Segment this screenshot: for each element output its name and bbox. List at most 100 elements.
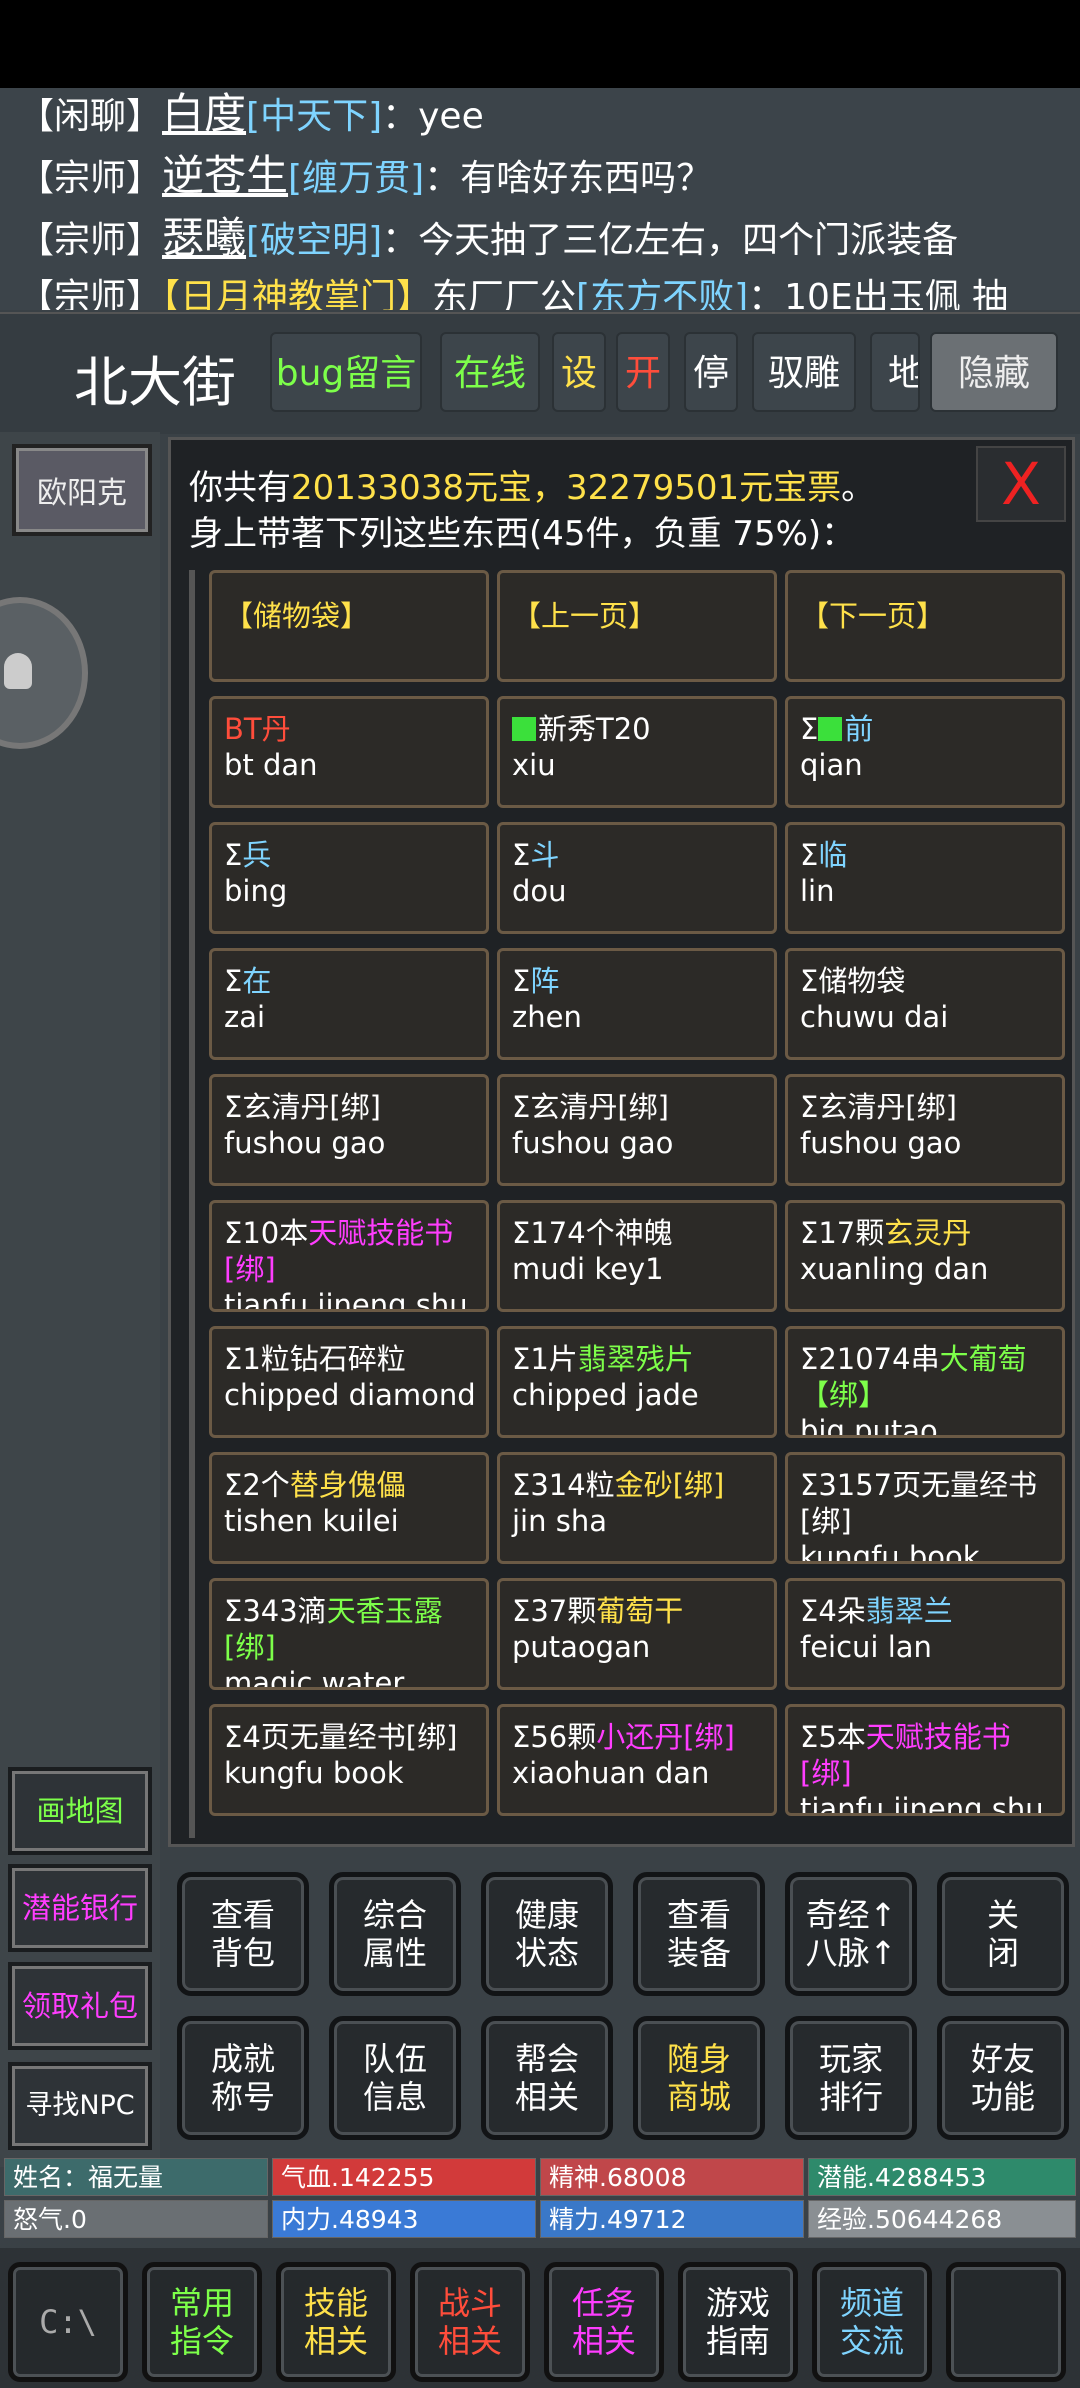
draw-map-button[interactable]: 画地图 <box>8 1767 152 1855</box>
item-pinyin: tianfu jineng shu <box>800 1792 1044 1816</box>
chat-channel: 【闲聊】 <box>18 96 163 137</box>
inventory-nav-button[interactable]: 【上一页】 <box>497 570 777 682</box>
inventory-item[interactable]: Σ4页无量经书[绑] kungfu book <box>209 1704 489 1816</box>
inventory-item[interactable]: Σ5本天赋技能书[绑] tianfu jineng shu <box>785 1704 1065 1816</box>
inventory-item[interactable]: Σ2个替身傀儡 tishen kuilei <box>209 1452 489 1564</box>
action-button[interactable]: 帮会 相关 <box>481 2016 613 2140</box>
action-button[interactable]: 成就 称号 <box>177 2016 309 2140</box>
chat-name[interactable]: 【日月神教掌门】 <box>162 277 432 310</box>
inventory-item[interactable]: 新秀T20 xiu <box>497 696 777 808</box>
action-button[interactable]: 健康 状态 <box>481 1872 613 1996</box>
stop-button[interactable]: 停 <box>684 332 738 412</box>
action-button[interactable]: 关闭 <box>937 1872 1069 1996</box>
open-button[interactable]: 开 <box>616 332 670 412</box>
chat-name[interactable]: 瑟曦 <box>162 213 246 262</box>
nav-label: 【储物袋】 <box>224 599 370 633</box>
player-button[interactable]: 欧阳克 <box>12 444 152 536</box>
action-button[interactable]: 奇经↑ 八脉↑ <box>785 1872 917 1996</box>
item-pinyin: dou <box>512 874 567 908</box>
item-pinyin: putaogan <box>512 1630 651 1664</box>
find-npc-button[interactable]: 寻找NPC <box>8 2062 152 2150</box>
action-label: 查看 背包 <box>211 1896 275 1972</box>
inventory-item[interactable]: Σ临 lin <box>785 822 1065 934</box>
bottom-button[interactable]: 频道 交流 <box>812 2262 932 2382</box>
chat-panel[interactable]: 【闲聊】白度[中天下]：yee 【宗师】逆苍生[缠万贯]：有啥好东西吗？ 【宗师… <box>0 88 1080 310</box>
item-pinyin: chipped jade <box>512 1378 699 1412</box>
chat-channel: 【宗师】 <box>18 158 163 199</box>
claim-gift-button[interactable]: 领取礼包 <box>8 1962 152 2050</box>
inventory-item[interactable]: Σ玄清丹[绑] fushou gao <box>785 1074 1065 1186</box>
inventory-item[interactable]: BT丹 bt dan <box>209 696 489 808</box>
inventory-item[interactable]: Σ阵 zhen <box>497 948 777 1060</box>
action-label-line2: 功能 <box>970 2078 1035 2116</box>
inventory-item[interactable]: Σ56颗小还丹[绑] xiaohuan dan <box>497 1704 777 1816</box>
item-pinyin: xuanling dan <box>800 1252 989 1286</box>
inventory-item[interactable]: Σ343滴天香玉露[绑] magic water <box>209 1578 489 1690</box>
inventory-item[interactable]: Σ21074串大葡萄【绑】 big putao <box>785 1326 1065 1438</box>
inventory-item[interactable]: Σ17颗玄灵丹 xuanling dan <box>785 1200 1065 1312</box>
bottom-button[interactable]: 任务 相关 <box>544 2262 664 2382</box>
item-title: 玄清丹[绑] <box>818 1090 957 1124</box>
inventory-item[interactable]: Σ37颗葡萄干 putaogan <box>497 1578 777 1690</box>
inventory-item[interactable]: Σ1片翡翠残片 chipped jade <box>497 1326 777 1438</box>
action-button[interactable]: 查看 装备 <box>633 1872 765 1996</box>
inventory-item[interactable]: Σ玄清丹[绑] fushou gao <box>497 1074 777 1186</box>
action-button[interactable]: 好友 功能 <box>937 2016 1069 2140</box>
action-button[interactable]: 综合 属性 <box>329 1872 461 1996</box>
bottom-button[interactable]: 游戏 指南 <box>678 2262 798 2382</box>
potential-bank-button[interactable]: 潜能银行 <box>8 1864 152 1952</box>
inventory-nav-button[interactable]: 【储物袋】 <box>209 570 489 682</box>
settings-button[interactable]: 设 <box>552 332 606 412</box>
action-button[interactable]: 玩家 排行 <box>785 2016 917 2140</box>
bottom-button[interactable]: 技能 相关 <box>276 2262 396 2382</box>
left-column: 欧阳克 画地图 潜能银行 领取礼包 寻找NPC <box>0 432 160 2167</box>
ghost-icon <box>4 653 32 689</box>
bottom-label: 频道 交流 <box>840 2284 904 2360</box>
bottom-button[interactable] <box>946 2262 1066 2382</box>
inventory-item[interactable]: Σ在 zai <box>209 948 489 1060</box>
chat-title: [东方不败] <box>576 277 749 310</box>
action-label-line2: 商城 <box>666 2078 731 2116</box>
inventory-nav-button[interactable]: 【下一页】 <box>785 570 1065 682</box>
action-button[interactable]: 查看 背包 <box>177 1872 309 1996</box>
item-name: Σ4页无量经书[绑] <box>224 1719 474 1755</box>
inventory-item[interactable]: Σ314粒金砂[绑] jin sha <box>497 1452 777 1564</box>
avatar[interactable] <box>0 597 88 749</box>
nav-label: 【下一页】 <box>800 599 946 633</box>
bottom-label-line1: 战斗 <box>437 2284 502 2322</box>
inventory-item[interactable]: Σ10本天赋技能书[绑] tianfu jineng shu <box>209 1200 489 1312</box>
stat-bar: 经验.50644268 <box>808 2200 1076 2238</box>
chat-line: 【宗师】瑟曦[破空明]：今天抽了三亿左右，四个门派装备 <box>18 204 958 265</box>
item-name: 新秀T20 <box>512 711 762 747</box>
chat-title: [缠万贯] <box>288 158 425 199</box>
online-button[interactable]: 在线 <box>440 332 540 412</box>
inventory-item[interactable]: Σ4朵翡翠兰 feicui lan <box>785 1578 1065 1690</box>
inventory-item[interactable]: Σ斗 dou <box>497 822 777 934</box>
item-pinyin: xiu <box>512 748 556 782</box>
inventory-item[interactable]: Σ3157页无量经书[绑] kungfu book <box>785 1452 1065 1564</box>
item-prefix: Σ <box>800 1090 819 1124</box>
inventory-item[interactable]: Σ玄清丹[绑] fushou gao <box>209 1074 489 1186</box>
map-button[interactable]: 地 <box>870 332 920 412</box>
action-button[interactable]: 随身 商城 <box>633 2016 765 2140</box>
chat-name[interactable]: 逆苍生 <box>162 151 288 200</box>
bottom-button[interactable]: C:\ <box>8 2262 128 2382</box>
inventory-item[interactable]: Σ1粒钻石碎粒 chipped diamond <box>209 1326 489 1438</box>
item-name: Σ56颗小还丹[绑] <box>512 1719 762 1755</box>
inventory-item[interactable]: Σ兵 bing <box>209 822 489 934</box>
inventory-item[interactable]: Σ174个神魄 mudi key1 <box>497 1200 777 1312</box>
inventory-grid[interactable]: 【储物袋】 【上一页】 【下一页】 BT丹 bt dan 新秀T20 xiu Σ 前 qian Σ兵… <box>189 570 1075 1838</box>
bottom-button[interactable]: 常用 指令 <box>142 2262 262 2382</box>
bottom-button[interactable]: 战斗 相关 <box>410 2262 530 2382</box>
inventory-item[interactable]: Σ储物袋 chuwu dai <box>785 948 1065 1060</box>
chat-name-2[interactable]: 东厂厂公 <box>432 277 576 310</box>
action-button[interactable]: 队伍 信息 <box>329 2016 461 2140</box>
close-button[interactable]: X <box>976 446 1066 522</box>
chat-name[interactable]: 白度 <box>162 89 246 138</box>
ride-eagle-button[interactable]: 驭雕 <box>752 332 856 412</box>
bottom-label: 战斗 相关 <box>438 2284 502 2360</box>
action-grid: 查看 背包 综合 属性 健康 状态 查看 装备 奇经↑ 八脉↑ 关闭成就 称号 队伍 信息 帮会 相关 随身 商城… <box>165 1860 1080 2160</box>
bug-report-button[interactable]: bug留言 <box>270 332 422 412</box>
inventory-item[interactable]: Σ 前 qian <box>785 696 1065 808</box>
hide-button[interactable]: 隐藏 <box>930 332 1058 412</box>
